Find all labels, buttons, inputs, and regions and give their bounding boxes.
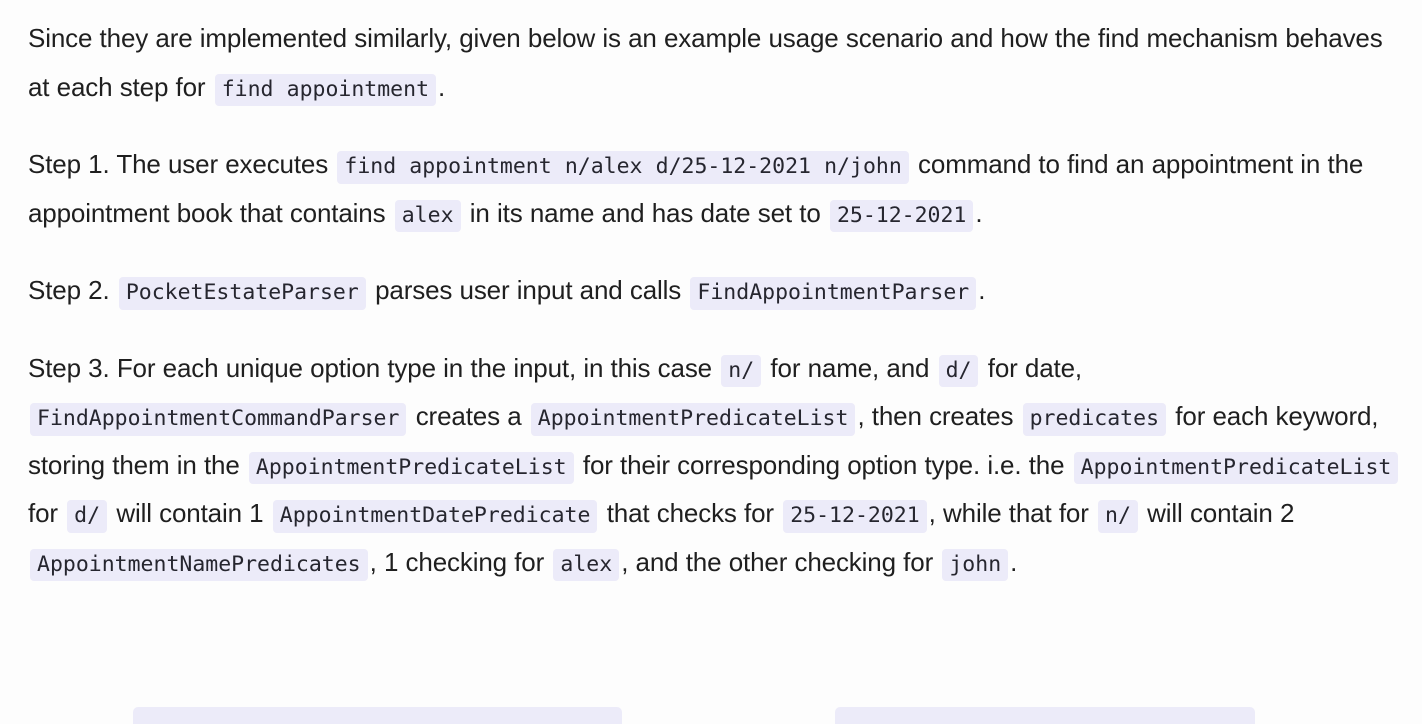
prose-text: creates a [408, 401, 529, 431]
paragraph-step-1: Step 1. The user executes find appointme… [28, 140, 1408, 237]
prose-text: will contain 2 [1139, 498, 1295, 528]
inline-code-chip: FindAppointmentParser [690, 277, 977, 310]
prose-text: will contain 1 [109, 498, 271, 528]
inline-code-chip: d/ [938, 354, 979, 388]
prose-text: Step 3. For each unique option type in t… [28, 352, 720, 383]
prose-text: Step 2. [28, 275, 117, 305]
prose-text: for date, [980, 352, 1083, 383]
documentation-content: Since they are implemented similarly, gi… [0, 0, 1422, 586]
inline-code-chip: n/ [721, 354, 762, 388]
inline-code-chip: find appointment n/alex d/25-12-2021 n/j… [337, 151, 909, 184]
inline-code-chip: AppointmentNamePredicates [30, 548, 368, 582]
inline-code-chip: PocketEstateParser [118, 277, 366, 310]
clipped-chips-row [0, 707, 1422, 724]
prose-text: for name, and [763, 352, 937, 383]
paragraph-intro: Since they are implemented similarly, gi… [28, 14, 1408, 111]
prose-text: . [438, 71, 446, 102]
inline-code-chip: john [942, 548, 1009, 582]
paragraph-step-2: Step 2. PocketEstateParser parses user i… [28, 266, 1408, 315]
prose-text: , 1 checking for [369, 546, 552, 577]
prose-text: parses user input and calls [367, 275, 689, 305]
inline-code-chip: alex [394, 199, 461, 233]
inline-code-chip: predicates [1022, 403, 1167, 436]
inline-code-chip: 25-12-2021 [829, 199, 974, 233]
inline-code-chip: n/ [1098, 500, 1138, 533]
prose-text: in its name and has date set to [462, 197, 828, 228]
prose-text: that checks for [599, 498, 782, 528]
inline-code-chip: AppointmentDatePredicate [272, 500, 598, 533]
inline-code-chip: AppointmentPredicateList [248, 451, 574, 485]
prose-text: , and the other checking for [621, 546, 941, 577]
prose-text: . [978, 275, 986, 305]
prose-text: , while that for [928, 498, 1096, 528]
inline-code-chip: 25-12-2021 [783, 500, 927, 533]
inline-code-chip: find appointment [214, 73, 437, 107]
prose-text: . [1010, 546, 1018, 577]
paragraph-step-3: Step 3. For each unique option type in t… [28, 344, 1408, 587]
inline-code-chip: alex [553, 548, 620, 582]
inline-code-chip: d/ [67, 500, 108, 533]
clipped-code-chip-left [133, 707, 622, 724]
prose-text: , then creates [857, 401, 1021, 431]
inline-code-chip: AppointmentPredicateList [530, 403, 856, 436]
prose-text: for [28, 498, 66, 528]
prose-text: Step 1. The user executes [28, 149, 336, 179]
inline-code-chip: FindAppointmentCommandParser [30, 403, 407, 436]
prose-text: . [975, 197, 983, 228]
prose-text: for their corresponding option type. i.e… [575, 449, 1072, 480]
clipped-code-chip-right [835, 707, 1255, 724]
inline-code-chip: AppointmentPredicateList [1073, 451, 1399, 485]
